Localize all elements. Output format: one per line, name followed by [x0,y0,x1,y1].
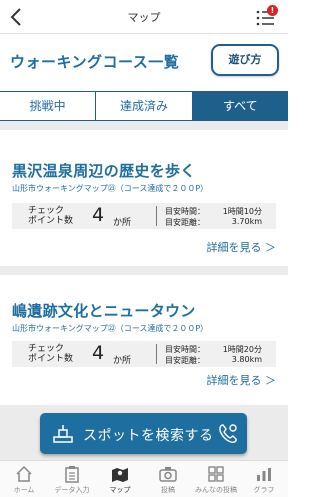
search-spots-label: スポットを検索する [83,428,214,444]
nav-everyone-posts[interactable]: みんなの投稿 [192,461,240,497]
time-label: 目安時間： [165,345,205,354]
course-title[interactable]: 嶋遺跡文化とニュータウン [12,300,196,321]
tab-in-progress[interactable]: 挑戦中 [0,92,96,120]
course-subtitle: 山形市ウォーキングマップ㉒（コース達成で２００P） [12,324,209,333]
search-spots-button[interactable]: スポットを検索する [40,413,247,454]
map-icon [112,468,128,482]
divider [156,344,157,364]
time-label: 目安時間： [165,207,205,216]
time-value: 1時間10分 [222,207,262,216]
distance-label: 目安距離： [165,356,205,365]
chart-icon [257,468,271,481]
page-header: ウォーキングコース一覧 遊び方 [0,34,288,92]
home-icon [16,465,32,482]
divider [156,206,157,226]
how-to-play-button[interactable]: 遊び方 [211,44,279,76]
bottom-nav: ホーム データ入力 マップ 投稿 みんなの投稿 グラフ [0,460,288,497]
view-details-link[interactable]: 詳細を見る ＞ [207,372,277,388]
clipboard-icon [65,466,79,483]
time-value: 1時間20分 [222,345,262,354]
checkpoint-count: 4 [92,342,105,364]
nav-data-entry[interactable]: データ入力 [48,461,96,497]
course-list[interactable]: 黒沢温泉周辺の歴史を歩く 山形市ウォーキングマップ㉓（コース達成で２００P） チ… [0,121,288,460]
camera-icon [159,467,177,482]
tab-completed[interactable]: 達成済み [95,92,192,120]
distance-value: 3.70km [231,217,262,226]
checkpoint-label: チェック ポイント数 [28,344,74,364]
map-pin-phone-icon [219,424,237,443]
course-subtitle: 山形市ウォーキングマップ㉓（コース達成で２００P） [12,184,209,193]
course-stats: チェック ポイント数 4 か所 目安時間： 1時間20分 目安距離： 3.80km [12,341,276,367]
nav-map[interactable]: マップ [96,461,144,497]
course-card: 嶋遺跡文化とニュータウン 山形市ウォーキングマップ㉒（コース達成で２００P） チ… [0,275,288,405]
page-title: ウォーキングコース一覧 [10,53,180,71]
distance-label: 目安距離： [165,218,205,227]
scale-icon [53,425,73,443]
checkpoint-label: チェック ポイント数 [28,206,74,226]
filter-tabs: 挑戦中 達成済み すべて [0,91,288,121]
nav-graph[interactable]: グラフ [240,461,288,497]
course-title[interactable]: 黒沢温泉周辺の歴史を歩く [12,160,196,181]
checkpoint-count: 4 [92,204,105,226]
course-card: 黒沢温泉周辺の歴史を歩く 山形市ウォーキングマップ㉓（コース達成で２００P） チ… [0,130,288,266]
course-stats: チェック ポイント数 4 か所 目安時間： 1時間10分 目安距離： 3.70km [12,203,276,229]
notification-badge: ! [267,5,278,16]
checkpoint-unit: か所 [113,356,132,366]
nav-home[interactable]: ホーム [0,461,48,497]
tab-all[interactable]: すべて [191,92,288,120]
top-bar: マップ ! [0,0,288,34]
checkpoint-unit: か所 [113,218,132,228]
grid-icon [208,466,224,482]
view-details-link[interactable]: 詳細を見る ＞ [207,239,277,255]
header-title: マップ [127,11,161,24]
distance-value: 3.80km [231,355,262,364]
nav-post[interactable]: 投稿 [144,461,192,497]
